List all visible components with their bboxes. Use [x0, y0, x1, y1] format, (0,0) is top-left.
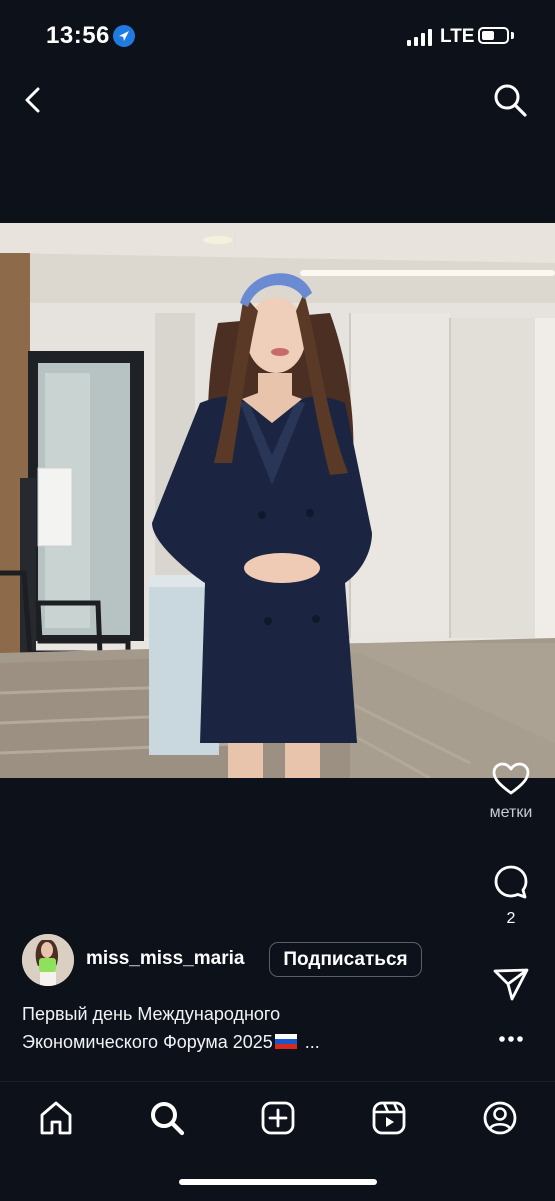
chevron-left-icon[interactable]: [20, 86, 48, 114]
location-arrow-icon: [113, 25, 135, 47]
username[interactable]: miss_miss_maria: [86, 948, 244, 970]
more-action[interactable]: [476, 1035, 546, 1043]
caption-line-2: Экономического Форума 2025: [22, 1032, 273, 1052]
reels-icon[interactable]: [371, 1100, 407, 1136]
avatar[interactable]: [22, 934, 74, 986]
battery-icon: [478, 27, 509, 44]
tags-label[interactable]: метки: [476, 804, 546, 822]
caption-more[interactable]: ...: [305, 1032, 320, 1052]
status-time: 13:56: [46, 22, 110, 49]
post-photo[interactable]: [0, 223, 555, 778]
profile-icon[interactable]: [482, 1100, 518, 1136]
russia-flag-icon: [274, 1034, 297, 1050]
search-icon[interactable]: [149, 1100, 185, 1136]
post-author: miss_miss_maria Подписаться: [22, 934, 442, 986]
send-icon[interactable]: [492, 966, 530, 1002]
battery-level: [482, 31, 494, 40]
status-bar: 13:56 LTE: [0, 0, 555, 74]
search-icon[interactable]: [492, 82, 528, 118]
home-icon[interactable]: [38, 1100, 74, 1136]
comment-icon[interactable]: [493, 864, 529, 900]
more-dots-icon[interactable]: [498, 1035, 524, 1043]
caption-line-1: Первый день Международного: [22, 1004, 281, 1024]
heart-icon[interactable]: [492, 762, 530, 796]
post-caption[interactable]: Первый день Международного Экономическог…: [22, 1000, 392, 1056]
cellular-signal-icon: [407, 29, 433, 46]
caption-line-2-row: Экономического Форума 2025...: [22, 1028, 392, 1056]
comment-count: 2: [506, 910, 516, 927]
battery-cap: [511, 32, 514, 39]
create-icon[interactable]: [260, 1100, 296, 1136]
share-action[interactable]: [476, 966, 546, 1002]
home-indicator[interactable]: [179, 1179, 377, 1185]
network-type: LTE: [440, 26, 475, 47]
like-action[interactable]: метки: [476, 762, 546, 822]
follow-button[interactable]: Подписаться: [269, 942, 422, 977]
comment-action[interactable]: 2: [476, 864, 546, 928]
